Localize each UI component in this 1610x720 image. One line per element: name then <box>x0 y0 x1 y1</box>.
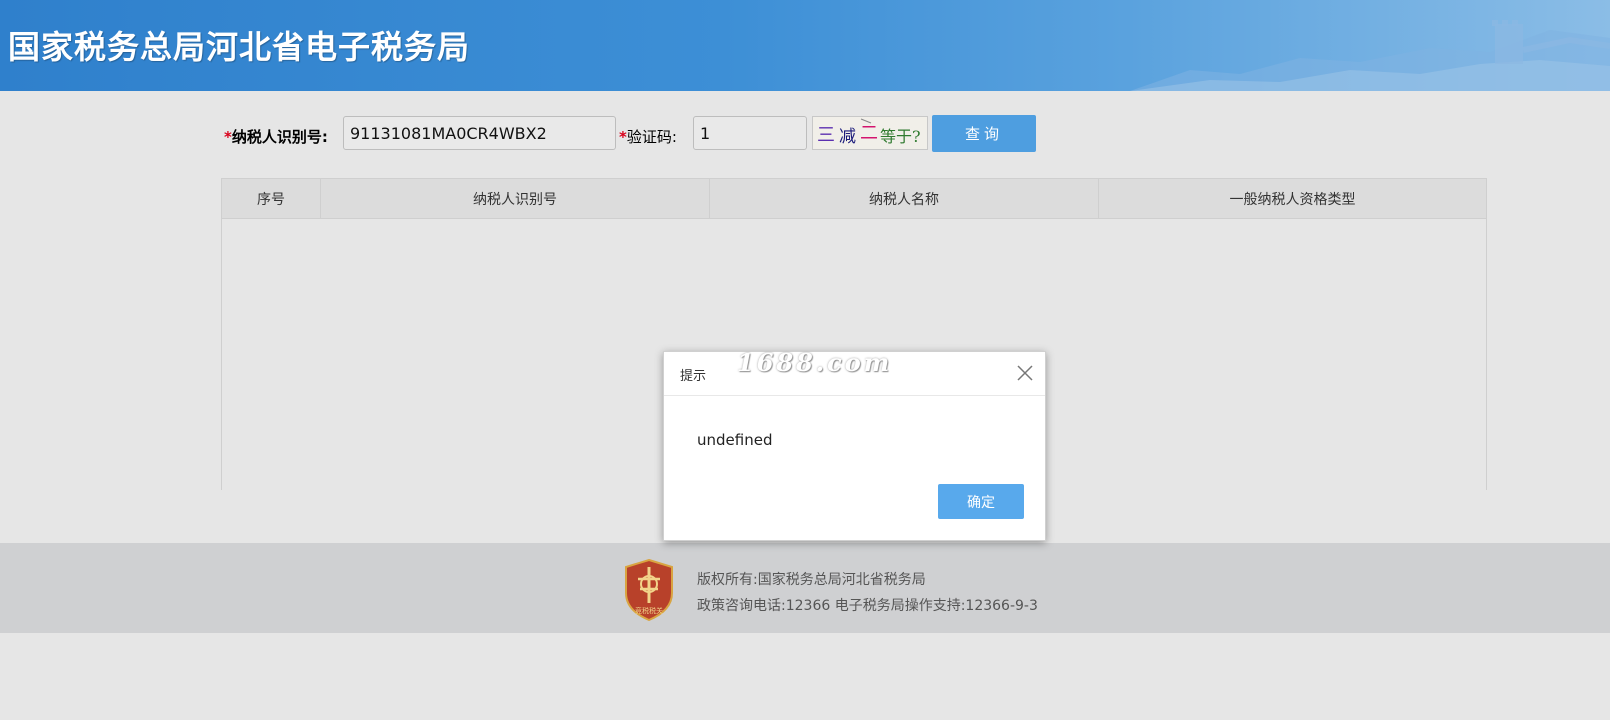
close-icon[interactable] <box>1015 363 1035 383</box>
svg-text:三: 三 <box>817 125 835 146</box>
required-mark: * <box>619 128 627 146</box>
captcha-glyphs: 三 减 二 等于? <box>813 117 927 149</box>
svg-text:减: 减 <box>839 127 856 147</box>
tax-emblem-icon: 竞税税关 <box>625 559 673 621</box>
captcha-image[interactable]: 三 减 二 等于? <box>812 116 928 150</box>
dialog-header: 提示 <box>664 352 1045 396</box>
column-header-qualification-type: 一般纳税人资格类型 <box>1229 191 1356 208</box>
alert-dialog: 提示 undefined 确定 <box>663 351 1046 541</box>
dialog-title: 提示 <box>680 369 707 384</box>
required-mark: * <box>224 128 232 146</box>
header-banner: 国家税务总局河北省电子税务局 <box>0 0 1610 91</box>
captcha-label: *验证码: <box>619 128 677 146</box>
svg-text:竞税税关: 竞税税关 <box>635 606 663 615</box>
captcha-input[interactable] <box>693 116 807 150</box>
query-button[interactable]: 查询 <box>932 115 1036 152</box>
svg-text:等于?: 等于? <box>880 127 921 146</box>
taxpayer-id-input[interactable] <box>343 116 616 150</box>
column-header-taxpayer-name: 纳税人名称 <box>710 179 1099 218</box>
search-form: *纳税人识别号: *验证码: 三 减 二 等于? 查询 <box>0 115 1610 154</box>
table-header: 序号 纳税人识别号 纳税人名称 一般纳税人资格类型 <box>222 179 1486 219</box>
site-title: 国家税务总局河北省电子税务局 <box>8 28 471 66</box>
column-header-index: 序号 <box>222 179 321 218</box>
footer-contact: 政策咨询电话:12366 电子税务局操作支持:12366-9-3 <box>697 598 1038 614</box>
footer: 竞税税关 版权所有:国家税务总局河北省税务局 政策咨询电话:12366 电子税务… <box>0 543 1610 633</box>
svg-text:二: 二 <box>860 123 878 144</box>
great-wall-decoration <box>1130 20 1610 91</box>
column-header-taxpayer-id: 纳税人识别号 <box>321 179 710 218</box>
confirm-button[interactable]: 确定 <box>938 484 1024 519</box>
footer-copyright: 版权所有:国家税务总局河北省税务局 <box>697 572 926 588</box>
dialog-message: undefined <box>697 431 773 449</box>
taxpayer-id-label: *纳税人识别号: <box>224 128 328 146</box>
